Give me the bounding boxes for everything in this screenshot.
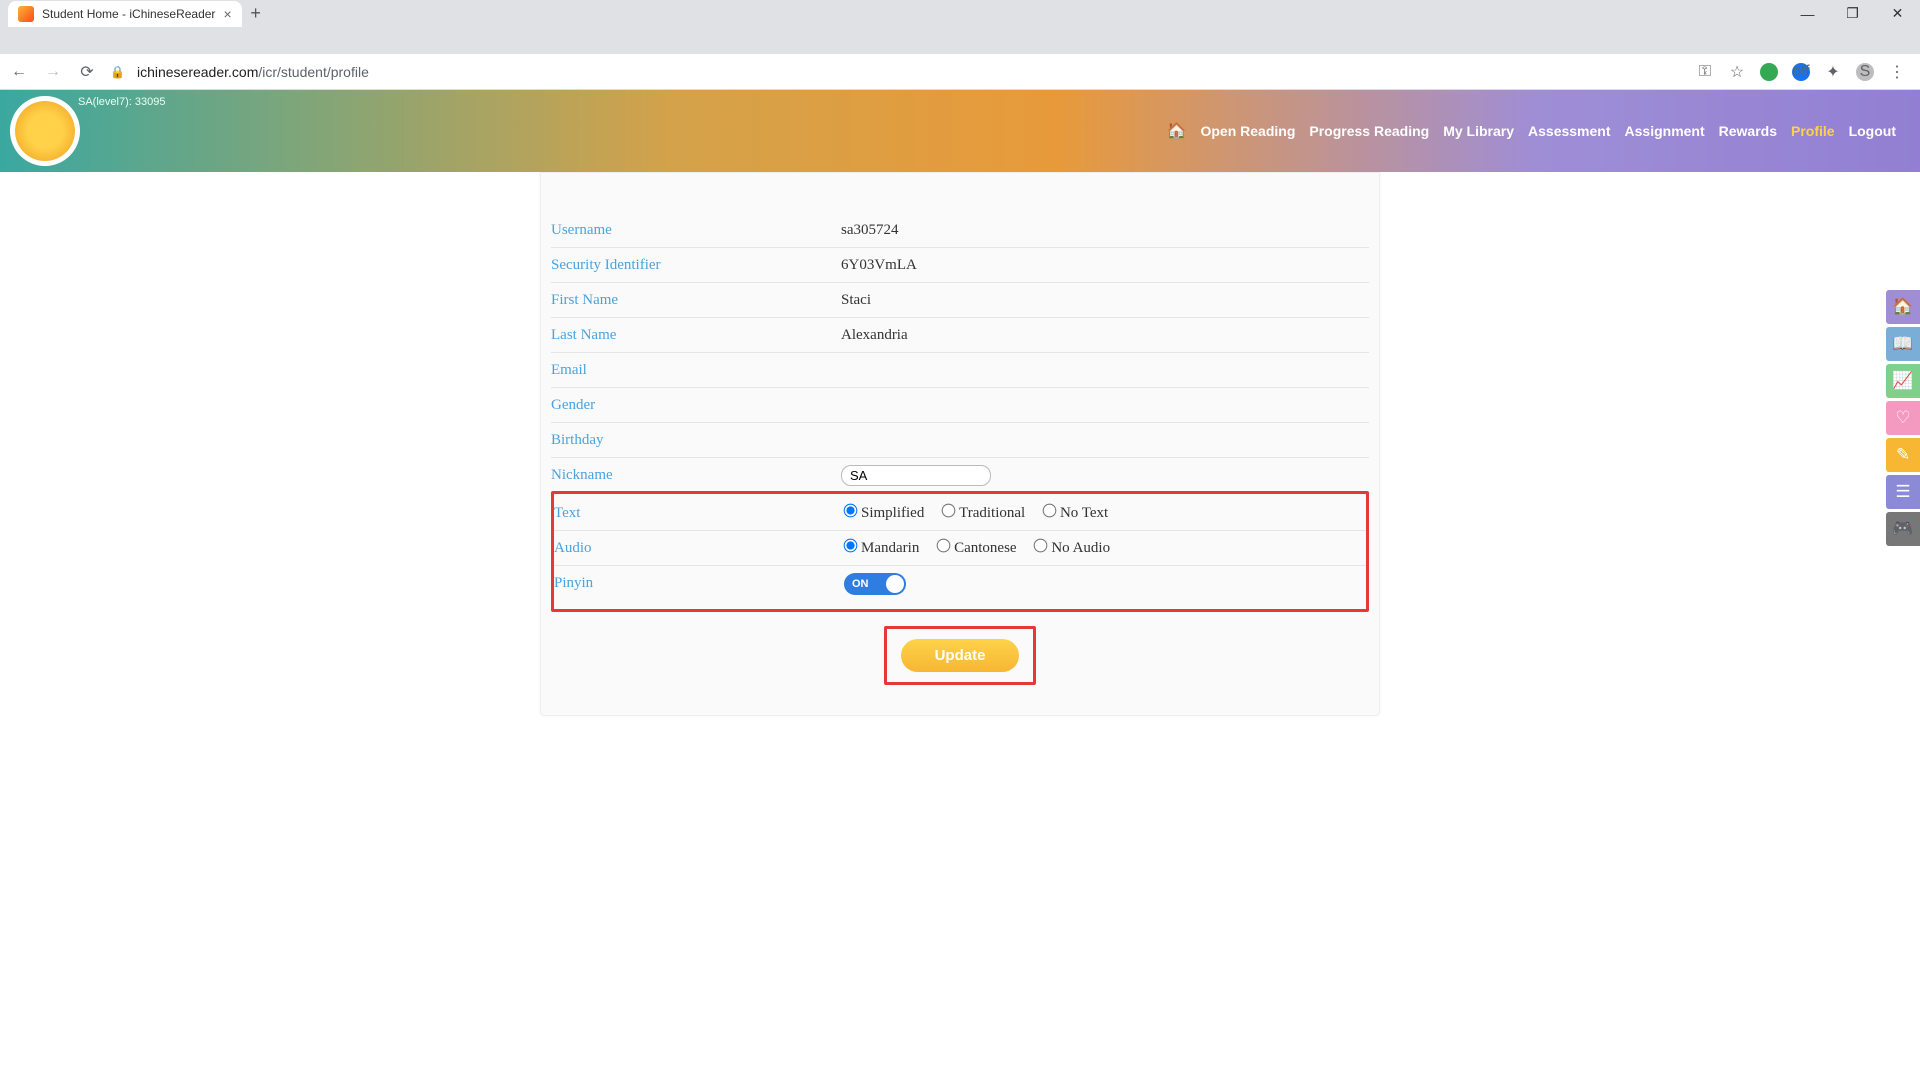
back-button[interactable]: ←: [8, 63, 30, 81]
update-highlight: Update: [884, 626, 1037, 685]
nickname-input[interactable]: [841, 465, 991, 486]
row-gender: Gender: [551, 388, 1369, 423]
row-first-name: First Name Staci: [551, 283, 1369, 318]
row-pinyin: Pinyin ON: [554, 566, 1366, 601]
profile-card: Username sa305724 Security Identifier 6Y…: [540, 172, 1380, 716]
label-text: Text: [554, 505, 844, 522]
url-domain: ichinesereader.com: [137, 64, 258, 80]
url-field[interactable]: ichinesereader.com/icr/student/profile: [137, 64, 1684, 80]
nav-progress-reading[interactable]: Progress Reading: [1309, 123, 1429, 139]
label-audio: Audio: [554, 540, 844, 557]
float-list-icon[interactable]: ☰: [1886, 475, 1920, 509]
extensions-icon[interactable]: ✦: [1824, 63, 1842, 81]
float-edit-icon[interactable]: ✎: [1886, 438, 1920, 472]
radio-audio-mandarin[interactable]: Mandarin: [844, 540, 919, 556]
label-pinyin: Pinyin: [554, 575, 844, 592]
content-area: Username sa305724 Security Identifier 6Y…: [0, 172, 1920, 716]
nav-assessment[interactable]: Assessment: [1528, 123, 1611, 139]
label-birthday: Birthday: [551, 432, 841, 449]
site-header: SA(level7): 33095 🏠 Open Reading Progres…: [0, 90, 1920, 172]
text-radio-group: Simplified Traditional No Text: [844, 504, 1122, 522]
nav-my-library[interactable]: My Library: [1443, 123, 1514, 139]
pinyin-toggle[interactable]: ON: [844, 573, 906, 595]
label-first-name: First Name: [551, 292, 841, 309]
minimize-icon[interactable]: —: [1785, 0, 1830, 27]
label-gender: Gender: [551, 397, 841, 414]
label-last-name: Last Name: [551, 327, 841, 344]
url-path: /icr/student/profile: [258, 64, 369, 80]
tab-title: Student Home - iChineseReader: [42, 7, 215, 21]
lock-icon[interactable]: 🔒: [110, 65, 125, 79]
label-username: Username: [551, 222, 841, 239]
float-chart-icon[interactable]: 📈: [1886, 364, 1920, 398]
label-email: Email: [551, 362, 841, 379]
radio-audio-noaudio[interactable]: No Audio: [1034, 540, 1110, 556]
row-audio: Audio Mandarin Cantonese No Audio: [554, 531, 1366, 566]
profile-avatar-icon[interactable]: S: [1856, 63, 1874, 81]
value-last-name: Alexandria: [841, 327, 908, 344]
update-button[interactable]: Update: [901, 639, 1020, 672]
label-security-identifier: Security Identifier: [551, 257, 841, 274]
close-tab-icon[interactable]: ×: [223, 6, 231, 22]
row-last-name: Last Name Alexandria: [551, 318, 1369, 353]
extension-icon-1[interactable]: [1760, 63, 1778, 81]
maximize-icon[interactable]: ❐: [1830, 0, 1875, 27]
radio-text-simplified[interactable]: Simplified: [844, 505, 924, 521]
row-username: Username sa305724: [551, 213, 1369, 248]
home-icon[interactable]: 🏠: [1167, 121, 1187, 141]
close-window-icon[interactable]: ✕: [1875, 0, 1920, 27]
address-bar: ← → ⟳ 🔒 ichinesereader.com/icr/student/p…: [0, 54, 1920, 90]
browser-tab[interactable]: Student Home - iChineseReader ×: [8, 1, 242, 27]
avatar[interactable]: [10, 96, 80, 166]
radio-text-notext[interactable]: No Text: [1043, 505, 1108, 521]
toggle-knob-icon: [886, 575, 904, 593]
nav-assignment[interactable]: Assignment: [1625, 123, 1705, 139]
row-text: Text Simplified Traditional No Text: [554, 496, 1366, 531]
row-email: Email: [551, 353, 1369, 388]
avatar-robot-icon: [15, 101, 75, 161]
floating-sidebar: 🏠 📖 📈 ♡ ✎ ☰ 🎮: [1886, 290, 1920, 549]
reload-button[interactable]: ⟳: [76, 62, 98, 82]
radio-text-traditional[interactable]: Traditional: [942, 505, 1025, 521]
row-birthday: Birthday: [551, 423, 1369, 458]
highlighted-settings: Text Simplified Traditional No Text Audi…: [551, 491, 1369, 612]
radio-audio-cantonese[interactable]: Cantonese: [937, 540, 1016, 556]
update-wrap: Update: [551, 626, 1369, 685]
forward-button[interactable]: →: [42, 63, 64, 81]
extension-icon-2[interactable]: off: [1792, 63, 1810, 81]
menu-icon[interactable]: ⋮: [1888, 63, 1906, 81]
addr-icons: ⚿ ☆ off ✦ S ⋮: [1696, 63, 1906, 81]
key-icon[interactable]: ⚿: [1696, 63, 1714, 81]
row-security-identifier: Security Identifier 6Y03VmLA: [551, 248, 1369, 283]
float-heart-icon[interactable]: ♡: [1886, 401, 1920, 435]
star-icon[interactable]: ☆: [1728, 63, 1746, 81]
nav-profile[interactable]: Profile: [1791, 123, 1835, 139]
nav-logout[interactable]: Logout: [1849, 123, 1896, 139]
audio-radio-group: Mandarin Cantonese No Audio: [844, 539, 1124, 557]
new-tab-button[interactable]: +: [242, 0, 270, 27]
value-first-name: Staci: [841, 292, 871, 309]
nav-open-reading[interactable]: Open Reading: [1200, 123, 1295, 139]
float-book-icon[interactable]: 📖: [1886, 327, 1920, 361]
value-security-identifier: 6Y03VmLA: [841, 257, 917, 274]
row-nickname: Nickname: [551, 458, 1369, 493]
favicon-icon: [18, 6, 34, 22]
toggle-on-label: ON: [852, 578, 869, 590]
float-home-icon[interactable]: 🏠: [1886, 290, 1920, 324]
float-game-icon[interactable]: 🎮: [1886, 512, 1920, 546]
main-nav: 🏠 Open Reading Progress Reading My Libra…: [1167, 121, 1896, 141]
value-username: sa305724: [841, 222, 899, 239]
browser-chrome: Student Home - iChineseReader × + — ❐ ✕: [0, 0, 1920, 54]
window-controls: — ❐ ✕: [1785, 0, 1920, 27]
nav-rewards[interactable]: Rewards: [1719, 123, 1777, 139]
tab-strip: Student Home - iChineseReader × +: [0, 0, 1920, 27]
label-nickname: Nickname: [551, 467, 841, 484]
level-text: SA(level7): 33095: [78, 96, 165, 108]
